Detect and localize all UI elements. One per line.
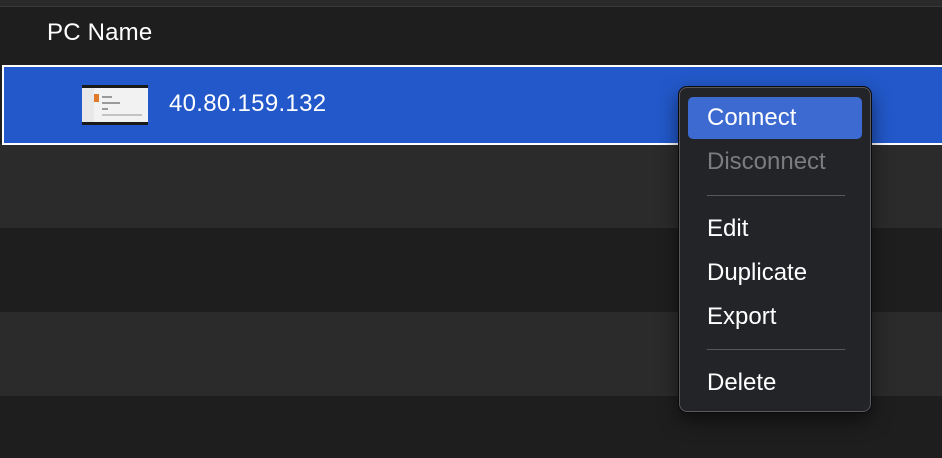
- edit-menu-item[interactable]: Edit: [688, 208, 862, 250]
- connect-menu-item[interactable]: Connect: [688, 97, 862, 139]
- context-menu: Connect Disconnect Edit Duplicate Export…: [679, 87, 871, 412]
- menu-separator: [707, 195, 845, 196]
- column-header: PC Name: [0, 7, 942, 60]
- duplicate-menu-item[interactable]: Duplicate: [688, 252, 862, 294]
- pc-list-window: PC Name 40.80.159.132 Connect Disconnect…: [0, 0, 942, 458]
- remote-desktop-thumbnail: [82, 85, 148, 125]
- delete-menu-item[interactable]: Delete: [688, 362, 862, 404]
- export-menu-item[interactable]: Export: [688, 296, 862, 338]
- disconnect-menu-item: Disconnect: [707, 148, 826, 175]
- pc-name-column-header[interactable]: PC Name: [47, 19, 152, 47]
- toolbar-divider: [0, 0, 942, 7]
- menu-separator: [707, 349, 845, 350]
- pc-name-label: 40.80.159.132: [169, 90, 327, 117]
